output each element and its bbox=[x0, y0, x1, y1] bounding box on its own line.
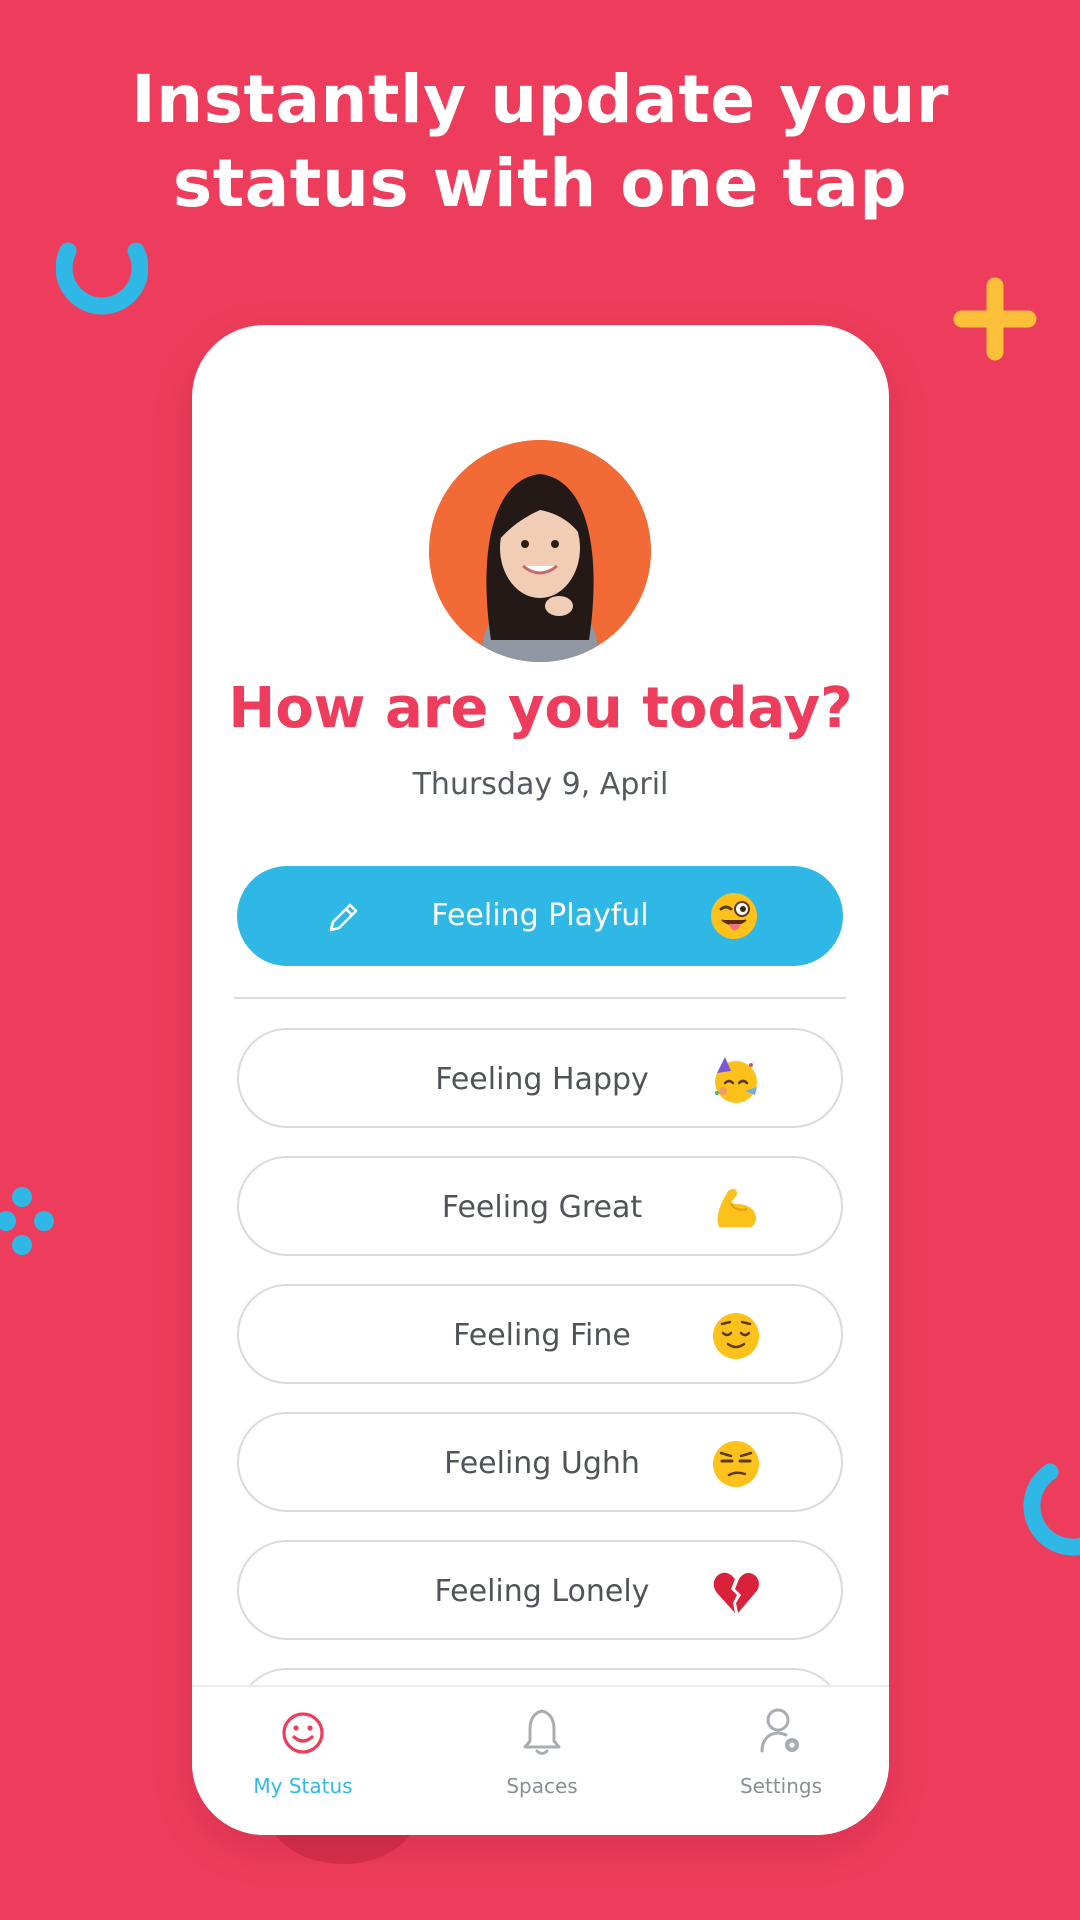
current-date: Thursday 9, April bbox=[412, 767, 669, 802]
flexed-biceps-emoji-icon bbox=[717, 1188, 757, 1227]
status-option-lonely[interactable]: Feeling Lonely bbox=[237, 1540, 843, 1640]
headline-line-2: status with one tap bbox=[172, 145, 908, 222]
headline-line-1: Instantly update your bbox=[131, 61, 949, 138]
tab-my-status[interactable]: My Status bbox=[203, 1687, 403, 1835]
status-option-great[interactable]: Feeling Great bbox=[237, 1156, 843, 1256]
status-option-ughh[interactable]: Feeling Ughh bbox=[237, 1412, 843, 1512]
broken-heart-emoji-icon bbox=[713, 1572, 759, 1613]
bottom-tab-bar: My Status Spaces Settings bbox=[192, 1685, 889, 1835]
greeting-question: How are you today? bbox=[228, 676, 853, 741]
marketing-headline: Instantly update your status with one ta… bbox=[0, 58, 1080, 226]
tab-label: Spaces bbox=[506, 1774, 578, 1798]
relieved-face-emoji-icon bbox=[713, 1313, 759, 1359]
winking-tongue-emoji-icon bbox=[711, 893, 757, 939]
avatar[interactable] bbox=[429, 440, 651, 662]
user-gear-icon bbox=[760, 1708, 799, 1753]
decorative-plus-icon bbox=[953, 277, 1037, 361]
current-status-button[interactable]: Feeling Playful bbox=[237, 866, 843, 966]
profile-photo-icon bbox=[429, 440, 651, 662]
tab-spaces[interactable]: Spaces bbox=[442, 1687, 642, 1835]
status-option-fine[interactable]: Feeling Fine bbox=[237, 1284, 843, 1384]
bell-icon bbox=[523, 1709, 561, 1755]
party-face-emoji-icon bbox=[715, 1057, 757, 1103]
smile-icon bbox=[282, 1712, 324, 1754]
phone-screen: How are you today? Thursday 9, April Fee… bbox=[192, 325, 889, 1835]
decorative-arc-icon bbox=[1023, 1463, 1080, 1556]
tab-settings[interactable]: Settings bbox=[681, 1687, 881, 1835]
divider bbox=[234, 997, 846, 999]
decorative-dots-icon bbox=[0, 1187, 54, 1255]
decorative-ring-icon bbox=[56, 242, 148, 315]
tab-label: Settings bbox=[739, 1774, 823, 1798]
tab-label: My Status bbox=[253, 1774, 353, 1798]
unamused-face-emoji-icon bbox=[713, 1441, 759, 1487]
status-option-happy[interactable]: Feeling Happy bbox=[237, 1028, 843, 1128]
